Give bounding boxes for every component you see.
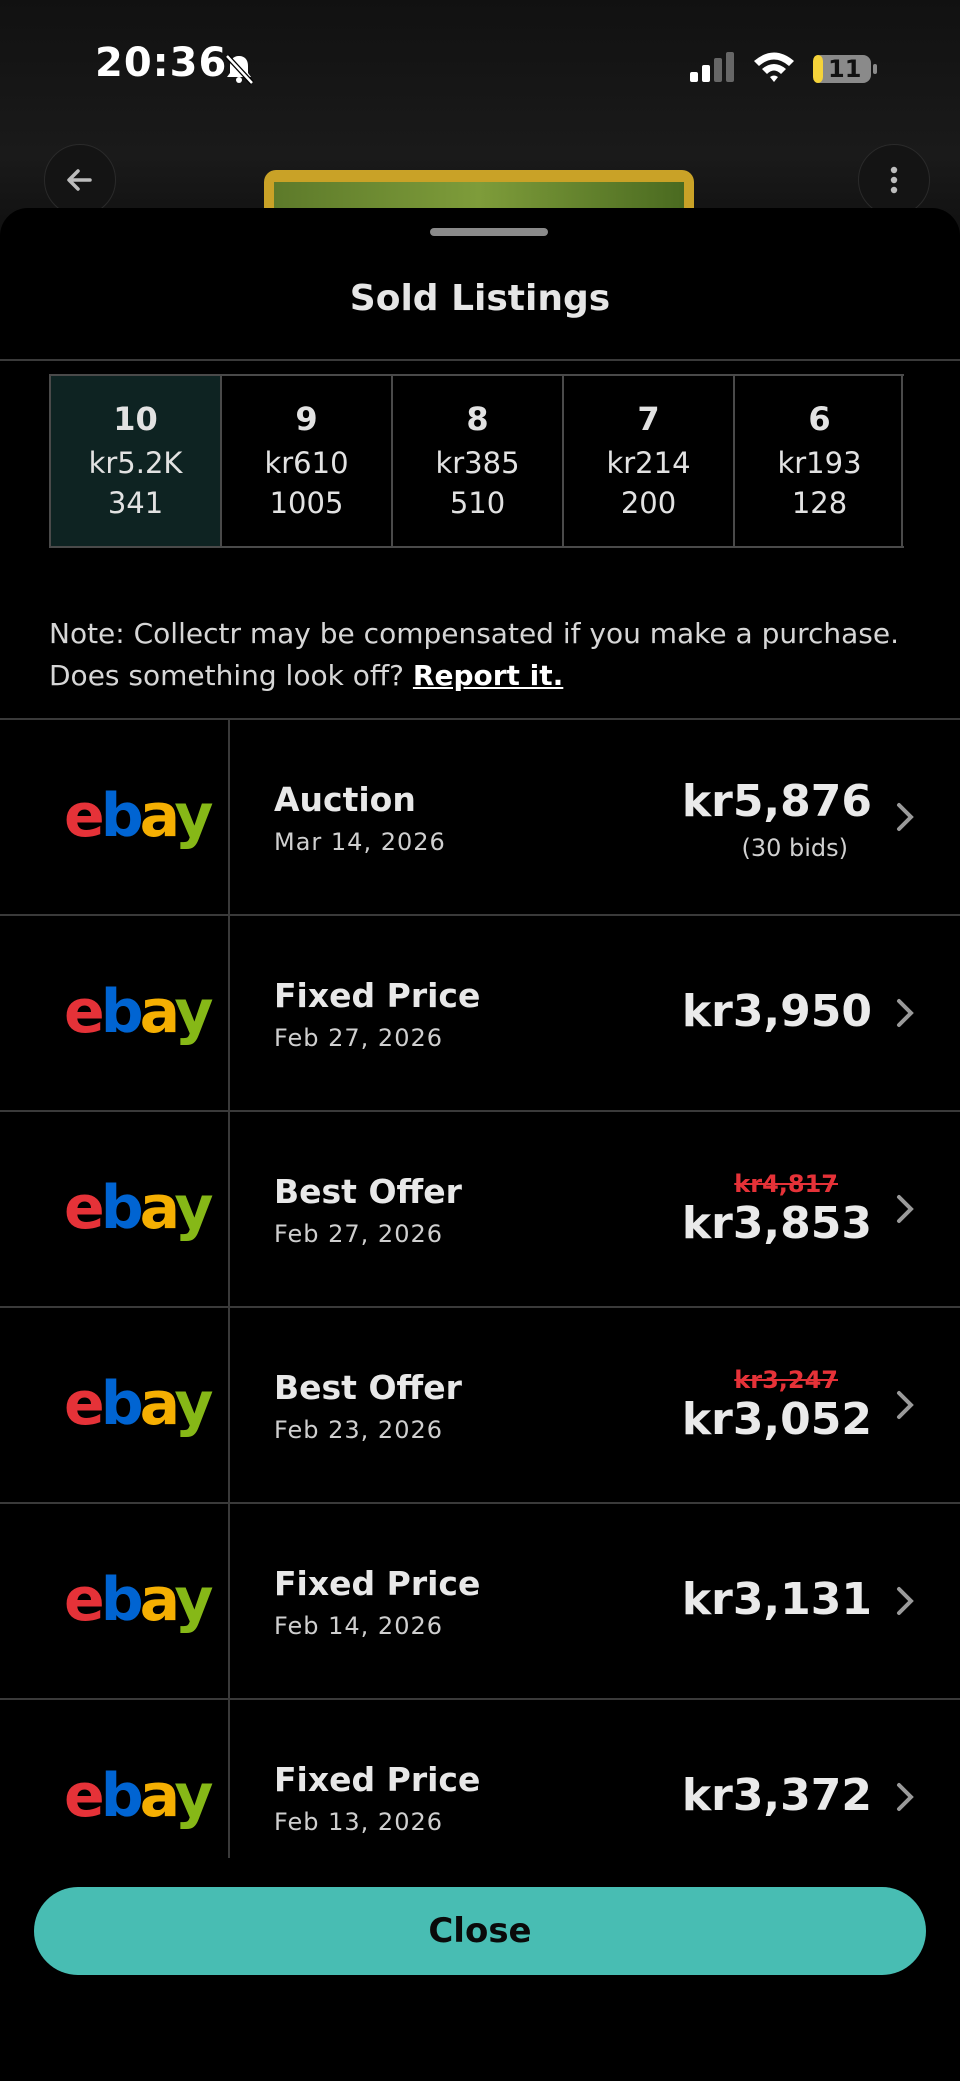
listing-price: kr5,876: [681, 776, 872, 827]
silent-bell-icon: [225, 54, 254, 85]
ebay-logo: ebay: [64, 1173, 213, 1243]
grade-option[interactable]: 10 kr5.2K 341: [49, 374, 220, 548]
listing-type: Auction: [274, 780, 416, 819]
listing-date: Feb 27, 2026: [274, 1024, 443, 1052]
grade-count: 128: [791, 486, 848, 520]
grade-option[interactable]: 6 kr193 128: [733, 374, 904, 548]
grade-price: kr385: [435, 446, 520, 480]
chevron-right-icon: [897, 999, 914, 1027]
chevron-right-icon: [897, 1587, 914, 1615]
grade-option[interactable]: 9 kr610 1005: [220, 374, 391, 548]
grade-number: 9: [295, 400, 318, 438]
close-button[interactable]: Close: [34, 1887, 926, 1975]
listing-row[interactable]: ebay Best Offer Feb 27, 2026 kr4,817 kr3…: [0, 1110, 960, 1308]
sheet-title: Sold Listings: [349, 278, 611, 319]
listing-bids: (30 bids): [741, 834, 848, 862]
ebay-logo: ebay: [64, 1761, 213, 1831]
listing-date: Feb 23, 2026: [274, 1416, 443, 1444]
ebay-logo: ebay: [64, 1369, 213, 1439]
listing-type: Best Offer: [274, 1172, 462, 1211]
listing-price: kr3,950: [681, 986, 872, 1037]
listing-type: Fixed Price: [274, 1760, 481, 1799]
listing-date: Feb 13, 2026: [274, 1808, 443, 1836]
listing-row[interactable]: ebay Best Offer Feb 23, 2026 kr3,247 kr3…: [0, 1306, 960, 1504]
status-bar: 20:36 11: [0, 40, 960, 100]
grade-price: kr5.2K: [88, 446, 183, 480]
grade-price: kr610: [264, 446, 349, 480]
chevron-right-icon: [897, 1391, 914, 1419]
grade-count: 341: [107, 486, 164, 520]
original-price: kr4,817: [734, 1170, 838, 1198]
ebay-logo: ebay: [64, 977, 213, 1047]
listing-date: Feb 27, 2026: [274, 1220, 443, 1248]
grade-option[interactable]: 7 kr214 200: [562, 374, 733, 548]
sheet-grabber[interactable]: [430, 228, 548, 236]
grade-selector[interactable]: 10 kr5.2K 341 9 kr610 1005 8 kr385 510 7…: [49, 374, 960, 548]
listing-price: kr3,052: [681, 1394, 872, 1445]
grade-divider: [901, 374, 903, 548]
listing-price: kr3,131: [681, 1574, 872, 1625]
grade-option[interactable]: 8 kr385 510: [391, 374, 562, 548]
listing-row[interactable]: ebay Auction Mar 14, 2026 kr5,876 (30 bi…: [0, 718, 960, 916]
more-vertical-icon: [890, 166, 898, 194]
listing-row[interactable]: ebay Fixed Price Feb 14, 2026 kr3,131: [0, 1502, 960, 1700]
back-button[interactable]: [44, 144, 116, 216]
note-question: Does something look off?: [49, 659, 404, 692]
wifi-icon: [754, 52, 794, 82]
listing-type: Fixed Price: [274, 1564, 481, 1603]
grade-number: 6: [808, 400, 831, 438]
chevron-right-icon: [897, 803, 914, 831]
listing-price: kr3,372: [681, 1770, 872, 1821]
listing-type: Best Offer: [274, 1368, 462, 1407]
report-link[interactable]: Report it.: [413, 659, 563, 692]
note-line: Note: Collectr may be compensated if you…: [49, 617, 899, 650]
disclaimer-note: Note: Collectr may be compensated if you…: [49, 613, 929, 697]
divider: [0, 359, 960, 361]
listing-type: Fixed Price: [274, 976, 481, 1015]
cellular-signal-icon: [690, 52, 734, 82]
battery-level: 11: [828, 55, 862, 83]
chevron-right-icon: [897, 1783, 914, 1811]
grade-count: 510: [449, 486, 506, 520]
ebay-logo: ebay: [64, 1565, 213, 1635]
chevron-right-icon: [897, 1195, 914, 1223]
battery-icon: 11: [812, 54, 878, 84]
grade-count: 1005: [269, 486, 344, 520]
grade-count: 200: [620, 486, 677, 520]
grade-number: 8: [466, 400, 489, 438]
listing-row[interactable]: ebay Fixed Price Feb 27, 2026 kr3,950: [0, 914, 960, 1112]
ebay-logo: ebay: [64, 781, 213, 851]
note-line-report: Does something look off? Report it.: [49, 655, 929, 697]
arrow-left-icon: [67, 169, 92, 191]
listing-date: Feb 14, 2026: [274, 1612, 443, 1640]
grade-number: 10: [113, 400, 158, 438]
grade-price: kr193: [777, 446, 862, 480]
listing-row[interactable]: ebay Fixed Price Feb 13, 2026 kr3,372: [0, 1698, 960, 1860]
sold-listings-sheet: Sold Listings 10 kr5.2K 341 9 kr610 1005…: [0, 208, 960, 2081]
grade-number: 7: [637, 400, 660, 438]
more-options-button[interactable]: [858, 144, 930, 216]
original-price: kr3,247: [734, 1366, 838, 1394]
grade-price: kr214: [606, 446, 691, 480]
listing-price: kr3,853: [681, 1198, 872, 1249]
status-time: 20:36: [95, 40, 228, 86]
listing-date: Mar 14, 2026: [274, 828, 446, 856]
